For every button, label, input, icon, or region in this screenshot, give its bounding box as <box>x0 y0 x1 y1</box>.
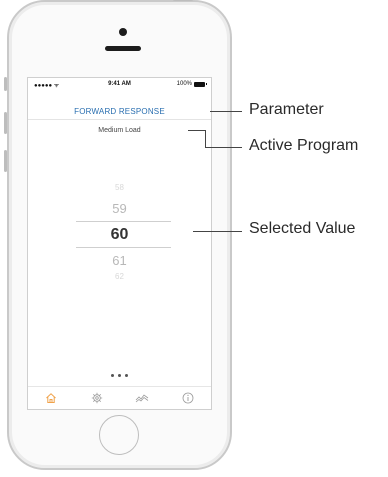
selection-bottom-line <box>76 247 171 248</box>
callout-active-program: Active Program <box>249 137 359 154</box>
callout-line-program-bottom <box>205 147 242 148</box>
chart-line-icon <box>136 394 149 403</box>
tab-home[interactable] <box>28 387 74 409</box>
picker-value[interactable]: 62 <box>28 272 211 281</box>
page-indicator[interactable] <box>28 364 211 382</box>
picker-value[interactable]: 59 <box>28 201 211 216</box>
tab-bar <box>28 386 211 409</box>
phone-mockup: ●●●●● ᯤ 9:41 AM 100% FORWARD RESPONSE Me… <box>4 0 232 470</box>
volume-up-button <box>4 112 7 134</box>
selected-value[interactable]: 60 <box>28 226 211 244</box>
callout-selected-value: Selected Value <box>249 220 356 237</box>
active-program-label: Medium Load <box>98 127 141 134</box>
tab-settings[interactable] <box>74 387 120 409</box>
picker-value[interactable]: 61 <box>28 253 211 268</box>
gear-icon <box>91 392 102 404</box>
volume-down-button <box>4 150 7 172</box>
callout-line-selected-value <box>193 231 242 232</box>
status-bar: ●●●●● ᯤ 9:41 AM 100% <box>28 78 211 92</box>
page-dot[interactable] <box>118 374 121 377</box>
callout-parameter: Parameter <box>249 101 324 118</box>
tab-chart[interactable] <box>120 387 166 409</box>
front-camera <box>119 28 127 36</box>
page-dot[interactable] <box>111 374 114 377</box>
picker-value[interactable]: 58 <box>28 183 211 192</box>
callout-line-parameter <box>210 111 242 112</box>
callout-line-program-vertical <box>205 130 206 147</box>
selection-top-line <box>76 221 171 222</box>
parameter-title: FORWARD RESPONSE <box>74 107 165 116</box>
tab-info[interactable] <box>165 387 211 409</box>
mute-switch <box>4 77 7 91</box>
title-divider <box>28 119 211 120</box>
home-icon <box>46 393 56 403</box>
earpiece-speaker <box>105 46 141 51</box>
app-screen: ●●●●● ᯤ 9:41 AM 100% FORWARD RESPONSE Me… <box>27 77 212 410</box>
battery-percent: 100% <box>176 81 192 87</box>
battery-icon <box>194 81 207 87</box>
home-button[interactable] <box>99 415 139 455</box>
battery-indicator: 100% <box>176 81 207 87</box>
power-button <box>173 0 193 1</box>
page-dot[interactable] <box>125 374 128 377</box>
callout-line-program-top <box>188 130 205 131</box>
info-icon <box>182 392 194 404</box>
